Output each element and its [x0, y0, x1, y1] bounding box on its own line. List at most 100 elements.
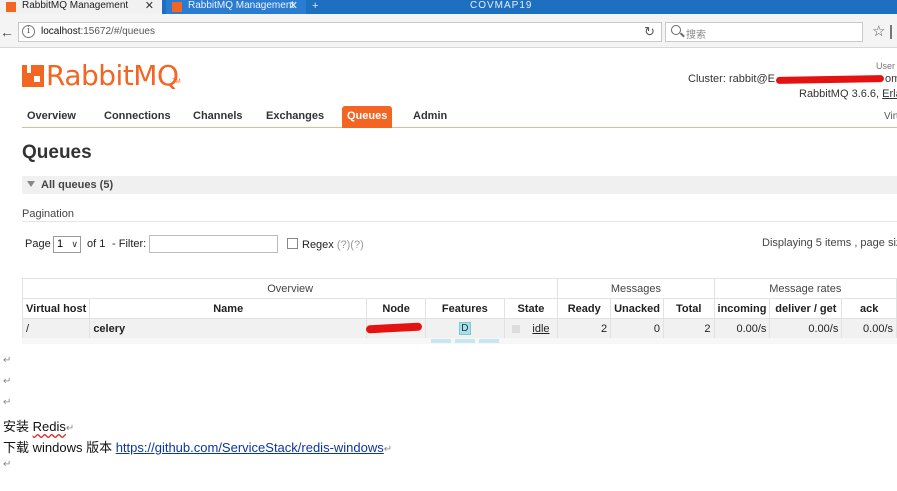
reload-icon[interactable]: ↻ [644, 24, 655, 40]
tab-label: RabbitMQ Management [22, 0, 129, 11]
cluster-prefix: Cluster: rabbit@E [688, 73, 775, 85]
cell-incoming: 0.00/s [713, 318, 771, 339]
url-host: localhost [41, 26, 81, 37]
filter-input[interactable] [149, 235, 278, 253]
url-text[interactable]: localhost:15672/#/queues [41, 26, 155, 37]
page-select[interactable]: 1 ∨ [53, 236, 81, 253]
rabbitmq-favicon-icon [172, 2, 182, 12]
col-state[interactable]: State [503, 298, 559, 319]
col-deliver-get[interactable]: deliver / get [769, 298, 843, 319]
regex-checkbox[interactable] [287, 238, 298, 249]
col-ready[interactable]: Ready [557, 298, 612, 319]
install-prefix: 安装 [3, 419, 33, 434]
state-indicator-icon [512, 324, 521, 333]
cell-features: D [425, 318, 505, 339]
regex-label: Regex (?)(?) [302, 239, 364, 251]
cell-vhost: / [21, 318, 91, 339]
paragraph-mark: ↵ [3, 376, 12, 387]
main-nav-tabs: Overview Connections Channels Exchanges … [22, 106, 897, 128]
new-tab-button[interactable]: + [312, 0, 318, 12]
table-header: Virtual host Name Node Features State Re… [21, 298, 897, 319]
bookmark-star-icon[interactable]: ☆ [872, 22, 885, 40]
group-overview: Overview [21, 278, 559, 299]
paragraph-mark: ↵ [3, 355, 12, 366]
queues-table: Overview Messages Message rates Virtual … [21, 278, 897, 339]
cluster-suffix: om [884, 73, 897, 85]
version-text: RabbitMQ 3.6.6, [799, 88, 880, 100]
table-row[interactable]: / celery D idle 2 0 2 0.00/s 0.00/s 0.00… [21, 318, 897, 339]
badge-stub [431, 339, 451, 343]
tab-overview[interactable]: Overview [27, 110, 76, 122]
col-node[interactable]: Node [366, 298, 427, 319]
download-line: 下载 windows 版本 https://github.com/Service… [3, 437, 392, 456]
url-path: :15672/#/queues [80, 26, 155, 37]
state-value: idle [532, 322, 550, 335]
search-icon [671, 25, 681, 35]
page-select-value: 1 [57, 238, 64, 250]
tab-exchanges[interactable]: Exchanges [266, 110, 324, 122]
col-virtual-host[interactable]: Virtual host [21, 298, 91, 319]
col-unacked[interactable]: Unacked [610, 298, 664, 319]
info-icon[interactable]: i [22, 25, 35, 38]
divider [22, 221, 897, 222]
download-prefix: 下载 windows 版本 [3, 440, 116, 455]
pagination-label: Pagination [22, 208, 74, 220]
tab-admin[interactable]: Admin [413, 110, 447, 122]
queue-name-link[interactable]: celery [89, 318, 368, 339]
browser-tab-bar: RabbitMQ Management ✕ RabbitMQ Managemen… [0, 0, 897, 14]
col-name[interactable]: Name [89, 298, 368, 319]
user-label: User [876, 61, 896, 71]
bookmarks-icon[interactable] [890, 25, 897, 39]
regex-help-link[interactable]: (?)(?) [337, 239, 364, 251]
install-word: Redis [32, 419, 66, 434]
close-icon[interactable]: ✕ [145, 0, 154, 12]
redaction-mark [365, 322, 423, 333]
tab-queues[interactable]: Queues [342, 106, 393, 128]
cluster-info: Cluster: rabbit@Eom ( [688, 73, 897, 85]
rabbitmq-logo-icon [22, 65, 44, 87]
section-title: All queues (5) [41, 179, 114, 191]
cell-unacked: 0 [610, 318, 664, 339]
displaying-count: Displaying 5 items , page siz [762, 237, 897, 249]
badge-stub [479, 339, 499, 343]
tab-channels[interactable]: Channels [193, 110, 243, 122]
version-info: RabbitMQ 3.6.6, Erla [799, 88, 897, 100]
filter-label: - Filter: [112, 238, 147, 250]
of-pages-label: of 1 [87, 238, 106, 250]
browser-nav-bar: ← i localhost:15672/#/queues ↻ 搜索 [0, 14, 897, 48]
paragraph-mark: ↵ [383, 444, 393, 455]
page-label: Page [25, 238, 51, 250]
browser-tab-inactive[interactable]: RabbitMQ Management ✕ [166, 0, 306, 14]
erlang-link[interactable]: Erla [882, 88, 897, 100]
window-title: COVMAP19 [470, 0, 533, 11]
col-features[interactable]: Features [425, 298, 505, 319]
cell-state: idle [503, 318, 559, 339]
chevron-down-icon: ∨ [71, 239, 78, 249]
screenshot-root: { "browser": { "tabs": [ {"label": "Rabb… [0, 0, 897, 491]
logo-text: RabbitMQ [46, 59, 179, 92]
col-incoming[interactable]: incoming [713, 298, 771, 319]
regex-text: Regex [302, 239, 334, 251]
durable-badge: D [458, 322, 471, 335]
cell-node [365, 318, 427, 339]
paragraph-mark: ↵ [3, 459, 12, 470]
logo-trademark: TM [172, 79, 181, 85]
col-ack[interactable]: ack [841, 298, 897, 319]
badge-stub [455, 339, 475, 343]
all-queues-section-header[interactable]: All queues (5) [22, 176, 897, 194]
install-redis-line: 安装 Redis↵ [3, 416, 74, 435]
col-total[interactable]: Total [662, 298, 715, 319]
download-link[interactable]: https://github.com/ServiceStack/redis-wi… [116, 440, 384, 455]
close-icon[interactable]: ✕ [289, 0, 298, 12]
tab-connections[interactable]: Connections [104, 110, 171, 122]
address-bar[interactable]: i localhost:15672/#/queues ↻ [18, 22, 662, 42]
group-message-rates: Message rates [713, 278, 897, 299]
cell-ready: 2 [557, 318, 612, 339]
paragraph-mark: ↵ [65, 423, 75, 434]
cell-deliver-get: 0.00/s [769, 318, 843, 339]
page-title: Queues [22, 142, 92, 163]
browser-tab-active[interactable]: RabbitMQ Management ✕ [0, 0, 162, 14]
rabbitmq-logo[interactable]: RabbitMQ TM [22, 60, 182, 92]
search-input[interactable]: 搜索 [665, 22, 863, 42]
back-arrow-icon[interactable]: ← [0, 24, 14, 40]
